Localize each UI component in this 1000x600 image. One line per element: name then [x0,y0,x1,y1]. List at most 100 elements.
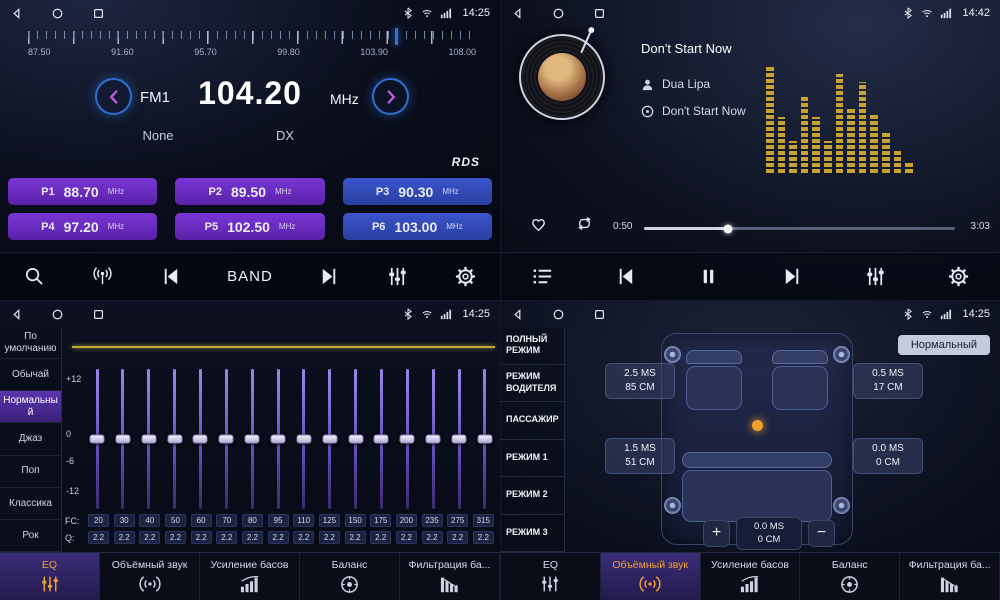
playlist-icon[interactable] [531,265,554,288]
search-icon[interactable] [23,265,46,288]
back-icon[interactable] [10,7,23,20]
surround-mode-item[interactable]: ПОЛНЫЙ РЕЖИМ [501,327,564,365]
eq-slider-handle[interactable] [322,435,337,444]
eq-slider-handle[interactable] [452,435,467,444]
eq-band-slider[interactable] [191,369,209,509]
eq-preset-item[interactable]: Рок [0,520,61,552]
eq-slider-handle[interactable] [219,435,234,444]
eq-slider-handle[interactable] [296,435,311,444]
tab-eq[interactable]: EQ [0,553,100,600]
next-icon[interactable] [781,265,804,288]
speaker-rear-right[interactable] [833,497,850,514]
eq-slider-handle[interactable] [115,435,130,444]
eq-band-slider[interactable] [398,369,416,509]
preset-button[interactable]: P5102.50MHz [175,213,324,240]
previous-icon[interactable] [159,265,182,288]
settings-gear-icon[interactable] [947,265,970,288]
tune-up-button[interactable] [372,78,409,115]
pause-icon[interactable] [697,265,720,288]
preset-button[interactable]: P289.50MHz [175,178,324,205]
audio-settings-icon[interactable] [386,265,409,288]
eq-band-slider[interactable] [424,369,442,509]
preset-button[interactable]: P390.30MHz [343,178,492,205]
speaker-front-left[interactable] [664,346,681,363]
eq-preset-item[interactable]: Поп [0,456,61,488]
eq-band-slider[interactable] [476,369,494,509]
previous-icon[interactable] [614,265,637,288]
eq-slider-handle[interactable] [400,435,415,444]
preset-button[interactable]: P497.20MHz [8,213,157,240]
eq-band-slider[interactable] [114,369,132,509]
eq-band-slider[interactable] [243,369,261,509]
recents-icon[interactable] [593,308,606,321]
eq-preset-item[interactable]: По умолчанию [0,327,61,359]
eq-slider-handle[interactable] [477,435,492,444]
eq-preset-item[interactable]: Джаз [0,423,61,455]
back-icon[interactable] [10,308,23,321]
surround-mode-item[interactable]: РЕЖИМ 2 [501,477,564,515]
eq-slider-handle[interactable] [90,435,105,444]
tab-eq[interactable]: EQ [501,553,601,600]
eq-slider-handle[interactable] [271,435,286,444]
back-icon[interactable] [511,7,524,20]
home-icon[interactable] [51,308,64,321]
back-icon[interactable] [511,308,524,321]
recents-icon[interactable] [92,308,105,321]
repeat-button[interactable] [575,214,594,233]
tune-down-button[interactable] [95,78,132,115]
eq-band-slider[interactable] [372,369,390,509]
next-icon[interactable] [318,265,341,288]
band-button[interactable]: BAND [227,268,273,285]
eq-preset-item[interactable]: Классика [0,488,61,520]
tab-balance[interactable]: Баланс [800,553,900,600]
surround-mode-item[interactable]: РЕЖИМ 1 [501,440,564,478]
surround-mode-item[interactable]: ПАССАЖИР [501,402,564,440]
eq-band-slider[interactable] [269,369,287,509]
settings-gear-icon[interactable] [454,265,477,288]
delay-decrease-button[interactable]: − [808,520,835,547]
tab-balance[interactable]: Баланс [300,553,400,600]
tab-bass[interactable]: Усиление басов [701,553,801,600]
eq-preset-item[interactable]: Обычай [0,359,61,391]
home-icon[interactable] [552,308,565,321]
tab-bass[interactable]: Усиление басов [200,553,300,600]
preset-button[interactable]: P188.70MHz [8,178,157,205]
eq-slider-handle[interactable] [141,435,156,444]
home-icon[interactable] [552,7,565,20]
eq-band-slider[interactable] [347,369,365,509]
preset-button[interactable]: P6103.00MHz [343,213,492,240]
progress-bar[interactable] [644,227,955,230]
speaker-rear-left[interactable] [664,497,681,514]
recents-icon[interactable] [593,7,606,20]
speaker-front-right[interactable] [833,346,850,363]
eq-band-slider[interactable] [140,369,158,509]
favorite-button[interactable] [529,214,548,233]
eq-slider-handle[interactable] [245,435,260,444]
surround-mode-item[interactable]: РЕЖИМ 3 [501,515,564,553]
tab-filter[interactable]: Фильтрация ба... [400,553,500,600]
eq-slider-handle[interactable] [167,435,182,444]
home-icon[interactable] [51,7,64,20]
listening-position-dot[interactable] [752,420,763,431]
tab-filter[interactable]: Фильтрация ба... [900,553,1000,600]
radio-broadcast-icon[interactable] [91,265,114,288]
sound-profile-button[interactable]: Нормальный [898,335,990,355]
eq-band-slider[interactable] [217,369,235,509]
delay-increase-button[interactable]: + [703,520,730,547]
eq-preset-item[interactable]: Нормальный [0,391,61,423]
tab-surround[interactable]: Объёмный звук [100,553,200,600]
eq-band-slider[interactable] [166,369,184,509]
tab-surround[interactable]: Объёмный звук [601,553,701,600]
progress-knob[interactable] [723,224,732,233]
eq-band-slider[interactable] [450,369,468,509]
eq-slider-handle[interactable] [193,435,208,444]
eq-slider-handle[interactable] [426,435,441,444]
eq-slider-handle[interactable] [374,435,389,444]
eq-band-slider[interactable] [88,369,106,509]
eq-slider-handle[interactable] [348,435,363,444]
audio-settings-icon[interactable] [864,265,887,288]
eq-band-slider[interactable] [321,369,339,509]
recents-icon[interactable] [92,7,105,20]
surround-mode-item[interactable]: РЕЖИМ ВОДИТЕЛЯ [501,365,564,403]
eq-band-slider[interactable] [295,369,313,509]
